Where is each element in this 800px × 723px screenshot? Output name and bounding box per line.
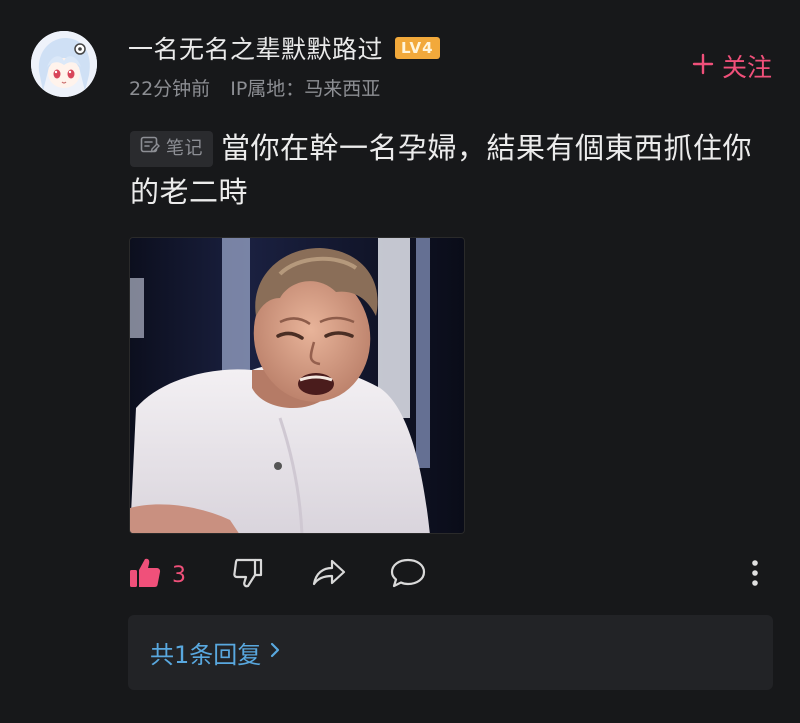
share-button[interactable]	[310, 556, 348, 594]
note-tag[interactable]: 笔记	[130, 131, 213, 167]
post-meta: 22分钟前 IP属地：马来西亚	[129, 74, 380, 101]
ip-location: IP属地：马来西亚	[230, 78, 381, 100]
post-time: 22分钟前	[129, 78, 211, 100]
share-icon	[310, 556, 348, 594]
comment-icon	[389, 556, 427, 594]
note-tag-label: 笔记	[166, 138, 203, 159]
reply-count-link: 共1条回复	[150, 641, 262, 669]
thumbs-down-icon	[231, 556, 265, 594]
plus-icon	[692, 51, 714, 81]
avatar[interactable]	[31, 31, 97, 97]
thumbs-up-icon	[128, 556, 162, 594]
action-bar: 3	[128, 556, 778, 596]
follow-label: 关注	[721, 53, 772, 82]
user-header: 一名无名之辈默默路过 LV4	[128, 30, 440, 66]
post-image[interactable]	[129, 237, 465, 534]
post-text: 當你在幹一名孕婦，結果有個東西抓住你的老二時	[130, 131, 753, 209]
post-body: 笔记 當你在幹一名孕婦，結果有個東西抓住你的老二時	[130, 126, 780, 214]
username[interactable]: 一名无名之辈默默路过	[128, 30, 383, 66]
more-options-button[interactable]	[748, 556, 762, 594]
like-count: 3	[172, 562, 186, 588]
chevron-right-icon	[269, 640, 281, 665]
like-button[interactable]: 3	[128, 556, 186, 594]
comment-button[interactable]	[389, 556, 427, 594]
more-vertical-icon	[748, 556, 762, 594]
dislike-button[interactable]	[231, 556, 265, 594]
level-badge: LV4	[395, 37, 440, 59]
view-replies-button[interactable]: 共1条回复	[128, 615, 773, 690]
follow-button[interactable]: 关注	[692, 48, 772, 84]
note-icon	[140, 127, 160, 171]
